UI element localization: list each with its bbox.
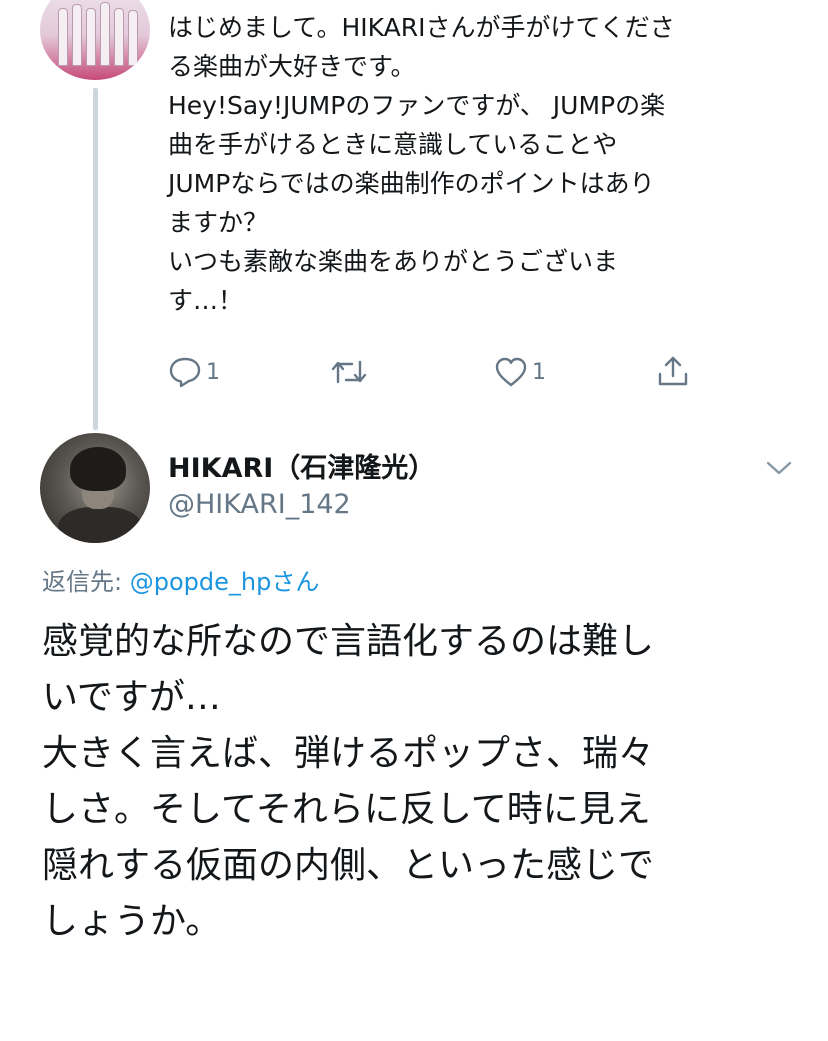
tweet-text-line: しょうか。 bbox=[42, 901, 222, 942]
reply-tweet-text: 感覚的な所なので言語化するのは難し いですが… 大きく言えば、弾けるポップさ、瑞… bbox=[42, 614, 802, 950]
like-button[interactable]: 1 bbox=[494, 356, 546, 388]
previous-tweet-text: はじめまして。HIKARIさんが手がけてくださ る楽曲が大好きです。 Hey!S… bbox=[168, 8, 788, 320]
replying-to-mention[interactable]: @popde_hpさん bbox=[130, 568, 320, 596]
tweet-text-line: 隠れする仮面の内側、といった感じで bbox=[42, 845, 655, 886]
tweet-text-line: Hey!Say!JUMPのファンですが、 JUMPの楽 bbox=[168, 91, 666, 120]
tweet-text-line: いですが… bbox=[42, 677, 221, 718]
like-icon bbox=[495, 357, 527, 387]
chevron-down-icon bbox=[766, 461, 792, 475]
share-icon bbox=[658, 356, 688, 386]
user-handle[interactable]: @HIKARI_142 bbox=[168, 489, 351, 520]
like-count: 1 bbox=[532, 359, 546, 385]
tweet-text-line: 感覚的な所なので言語化するのは難し bbox=[42, 621, 655, 662]
share-button[interactable] bbox=[656, 354, 690, 388]
tweet-text-line: いつも素敵な楽曲をありがとうございま bbox=[168, 247, 619, 276]
display-name[interactable]: HIKARI（石津隆光） bbox=[168, 446, 435, 485]
replying-to: 返信先: @popde_hpさん bbox=[42, 562, 319, 597]
previous-tweet-avatar[interactable] bbox=[40, 0, 150, 80]
reply-button[interactable]: 1 bbox=[168, 356, 220, 388]
reply-count: 1 bbox=[206, 359, 220, 385]
tweet-action-bar: 1 1 bbox=[0, 352, 828, 392]
tweet-menu-button[interactable] bbox=[764, 458, 794, 478]
tweet-text-line: ますか？ bbox=[168, 208, 269, 237]
tweet-text-line: 曲を手がけるときに意識していることや bbox=[168, 130, 618, 159]
replying-to-label: 返信先: bbox=[42, 568, 130, 596]
retweet-icon bbox=[331, 360, 367, 384]
reply-icon bbox=[169, 357, 201, 388]
tweet-text-line: しさ。そしてそれらに反して時に見え bbox=[42, 789, 651, 830]
hikari-avatar[interactable] bbox=[40, 433, 150, 543]
tweet-text-line: す…！ bbox=[168, 286, 244, 315]
tweet-text-line: はじめまして。HIKARIさんが手がけてくださ bbox=[168, 13, 675, 42]
tweet-text-line: る楽曲が大好きです。 bbox=[168, 52, 416, 81]
tweet-text-line: 大きく言えば、弾けるポップさ、瑞々 bbox=[42, 733, 655, 774]
tweet-text-line: JUMPならではの楽曲制作のポイントはあり bbox=[168, 169, 655, 198]
retweet-button[interactable] bbox=[330, 358, 368, 386]
